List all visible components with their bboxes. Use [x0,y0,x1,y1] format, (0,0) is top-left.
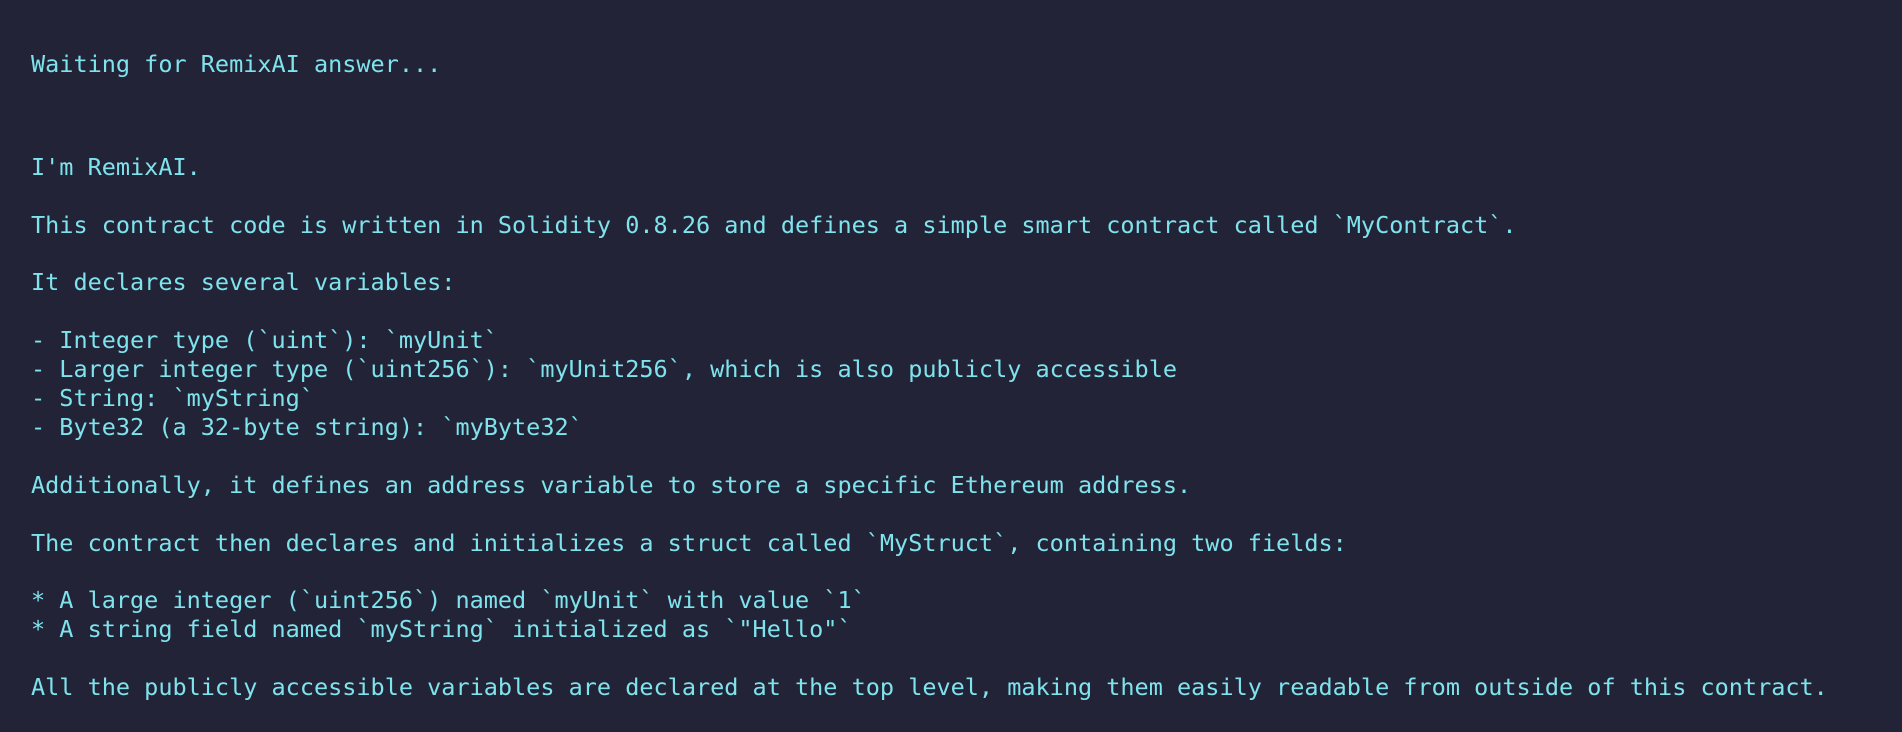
variables-heading: It declares several variables: [31,268,456,296]
variable-item: - Integer type (`uint`): `myUnit` [31,326,498,354]
remix-terminal-output: Waiting for RemixAI answer... I'm RemixA… [0,0,1902,732]
address-note: Additionally, it defines an address vari… [31,471,1192,499]
answer-summary: This contract code is written in Solidit… [31,211,1517,239]
struct-field-item: * A string field named `myString` initia… [31,615,852,643]
variable-item: - String: `myString` [31,384,314,412]
struct-heading: The contract then declares and initializ… [31,529,1347,557]
struct-field-item: * A large integer (`uint256`) named `myU… [31,586,866,614]
answer-intro: I'm RemixAI. [31,153,201,181]
variable-item: - Larger integer type (`uint256`): `myUn… [31,355,1178,383]
variable-item: - Byte32 (a 32-byte string): `myByte32` [31,413,583,441]
waiting-status: Waiting for RemixAI answer... [31,50,442,78]
answer-conclusion: All the publicly accessible variables ar… [31,673,1828,701]
